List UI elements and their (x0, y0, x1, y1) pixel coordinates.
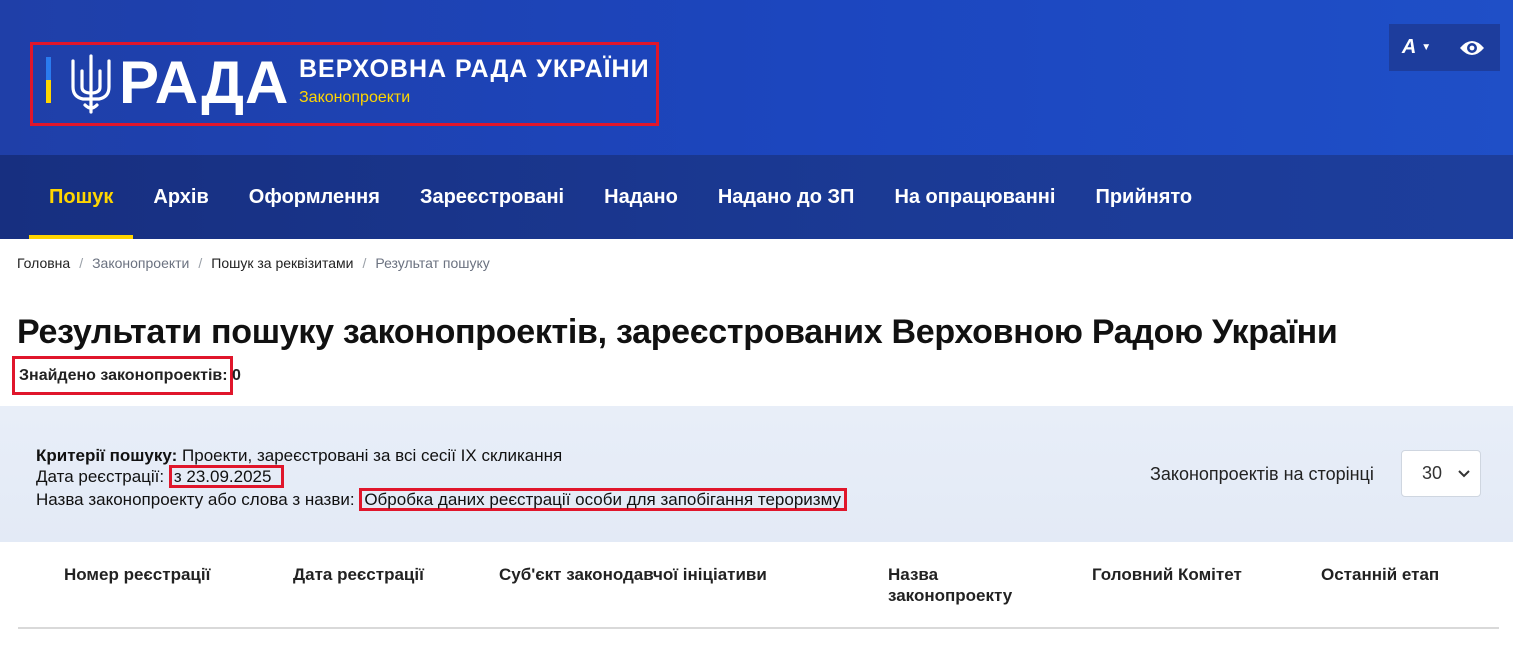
date-label: Дата реєстрації: (36, 467, 165, 486)
nav-item-registered[interactable]: Зареєстровані (400, 155, 584, 239)
page-title: Результати пошуку законопроектів, зареєс… (17, 313, 1338, 351)
nav-item-provided-to-zp[interactable]: Надано до ЗП (698, 155, 875, 239)
name-label: Назва законопроекту або слова з назви: (36, 490, 355, 509)
font-size-button[interactable]: A ▼ (1389, 24, 1444, 71)
flag-icon (46, 57, 51, 103)
nav-item-adopted[interactable]: Прийнято (1075, 155, 1212, 239)
date-value: з 23.09.2025 (168, 465, 285, 488)
logo[interactable]: РАДА ВЕРХОВНА РАДА УКРАЇНИ Законопроекти (30, 42, 659, 126)
criteria-text: Критерії пошуку: Проекти, зареєстровані … (36, 446, 847, 511)
org-name: ВЕРХОВНА РАДА УКРАЇНИ (299, 55, 650, 83)
criteria-label: Критерії пошуку: (36, 446, 178, 465)
column-header-reg-number[interactable]: Номер реєстрації (64, 564, 210, 585)
column-header-initiator[interactable]: Суб'єкт законодавчої ініціативи (499, 564, 767, 585)
criteria-line: Критерії пошуку: Проекти, зареєстровані … (36, 446, 847, 465)
breadcrumb-bills[interactable]: Законопроекти (92, 255, 189, 271)
eye-icon (1460, 40, 1484, 55)
column-header-reg-date[interactable]: Дата реєстрації (293, 564, 424, 585)
breadcrumb-current: Результат пошуку (375, 255, 490, 271)
main-nav: Пошук Архів Оформлення Зареєстровані Над… (0, 155, 1513, 239)
breadcrumb-separator: / (198, 255, 203, 271)
accessibility-tools: A ▼ (1389, 24, 1500, 71)
header-divider (18, 627, 1499, 629)
name-line: Назва законопроекту або слова з назви: О… (36, 488, 847, 511)
search-criteria-panel: Критерії пошуку: Проекти, зареєстровані … (0, 406, 1513, 542)
site-subtitle: Законопроекти (299, 89, 411, 106)
per-page-value: 30 (1422, 463, 1443, 483)
breadcrumb-home[interactable]: Головна (17, 255, 70, 271)
font-size-label: A (1401, 36, 1417, 58)
trident-icon (71, 54, 111, 114)
per-page-select[interactable]: 30 (1401, 450, 1481, 497)
results-table-header: Номер реєстрації Дата реєстрації Суб'єкт… (0, 542, 1513, 664)
chevron-down-icon: ▼ (1421, 42, 1432, 53)
nav-item-in-processing[interactable]: На опрацюванні (874, 155, 1075, 239)
nav-item-archive[interactable]: Архів (133, 155, 228, 239)
criteria-value: Проекти, зареєстровані за всі сесії IX с… (182, 446, 563, 465)
column-header-last-stage[interactable]: Останній етап (1321, 564, 1439, 585)
visual-impairment-button[interactable] (1444, 24, 1500, 71)
breadcrumb: Головна / Законопроекти / Пошук за реквізита… (17, 255, 490, 271)
results-count: Знайдено законопроектів: 0 (12, 356, 241, 395)
logo-word: РАДА (119, 49, 290, 116)
chevron-down-icon (1458, 469, 1470, 477)
nav-item-provided[interactable]: Надано (584, 155, 698, 239)
date-line: Дата реєстрації: з 23.09.2025 (36, 465, 847, 488)
column-header-bill-name[interactable]: Назва законопроекту (888, 564, 1038, 606)
breadcrumb-search[interactable]: Пошук за реквізитами (211, 255, 353, 271)
site-header: РАДА ВЕРХОВНА РАДА УКРАЇНИ Законопроекти… (0, 0, 1513, 155)
nav-item-drafting[interactable]: Оформлення (229, 155, 400, 239)
nav-item-search[interactable]: Пошук (29, 155, 134, 239)
per-page-label: Законопроектів на сторінці (1150, 464, 1374, 484)
column-header-committee[interactable]: Головний Комітет (1092, 564, 1242, 585)
name-value: Обробка даних реєстрації особи для запоб… (359, 488, 847, 511)
breadcrumb-separator: / (362, 255, 367, 271)
breadcrumb-separator: / (79, 255, 84, 271)
